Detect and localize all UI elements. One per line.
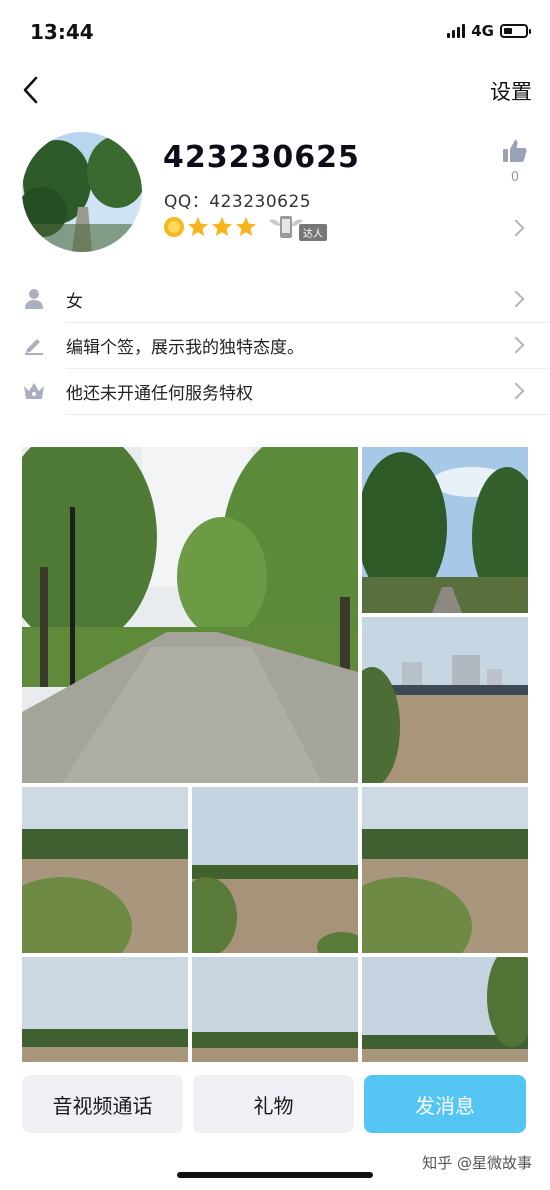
home-indicator[interactable]	[177, 1172, 373, 1178]
photo-large-path[interactable]	[22, 447, 358, 783]
back-button[interactable]	[18, 72, 48, 108]
qq-number: QQ：423230625	[164, 192, 312, 212]
chevron-right-icon	[507, 290, 525, 308]
info-row-privilege[interactable]: 他还未开通任何服务特权	[0, 368, 550, 414]
battery-icon	[500, 24, 531, 38]
signature-label: 编辑个签，展示我的独特态度。	[66, 337, 304, 358]
av-call-button[interactable]: 音视频通话	[22, 1075, 183, 1133]
privilege-label: 他还未开通任何服务特权	[66, 383, 253, 404]
send-message-button[interactable]: 发消息	[364, 1075, 526, 1133]
photo-river-city[interactable]	[362, 617, 528, 783]
thumbs-up-icon	[503, 140, 527, 162]
like-count: 0	[510, 170, 520, 185]
star-icon	[212, 217, 232, 236]
chevron-left-icon	[23, 76, 38, 104]
talent-badge: 达人	[267, 212, 327, 242]
star-icon	[188, 217, 208, 236]
gender-label: 女	[66, 291, 83, 312]
star-icon	[236, 217, 256, 236]
status-indicators: 4G	[447, 22, 531, 40]
photo-trees[interactable]	[362, 447, 528, 613]
photo-river-2[interactable]	[192, 787, 358, 953]
profile-chevron-icon[interactable]	[507, 219, 525, 237]
photo-river-5[interactable]	[192, 957, 358, 1065]
status-time: 13:44	[30, 20, 94, 44]
signal-icon	[447, 24, 466, 38]
talent-badge-label: 达人	[299, 223, 327, 241]
chevron-right-icon	[507, 382, 525, 400]
crown-icon	[22, 382, 46, 400]
photo-river-4[interactable]	[22, 957, 188, 1065]
network-type: 4G	[471, 22, 494, 40]
info-row-signature[interactable]: 编辑个签，展示我的独特态度。	[0, 322, 550, 368]
divider	[66, 414, 550, 415]
photo-river-3[interactable]	[362, 787, 528, 953]
photo-river-6[interactable]	[362, 957, 528, 1065]
level-badges[interactable]: 达人	[163, 212, 327, 242]
sun-icon	[164, 217, 184, 237]
person-icon	[22, 288, 46, 310]
watermark: 知乎 @星微故事	[422, 1154, 532, 1172]
like-button[interactable]: 0	[500, 138, 530, 185]
gift-button[interactable]: 礼物	[193, 1075, 354, 1133]
avatar[interactable]	[22, 132, 142, 252]
settings-button[interactable]: 设置	[490, 76, 532, 106]
photo-river-1[interactable]	[22, 787, 188, 953]
info-row-gender[interactable]: 女	[0, 276, 550, 322]
pencil-icon	[22, 335, 46, 355]
profile-name: 423230625	[163, 140, 360, 175]
chevron-right-icon	[507, 336, 525, 354]
